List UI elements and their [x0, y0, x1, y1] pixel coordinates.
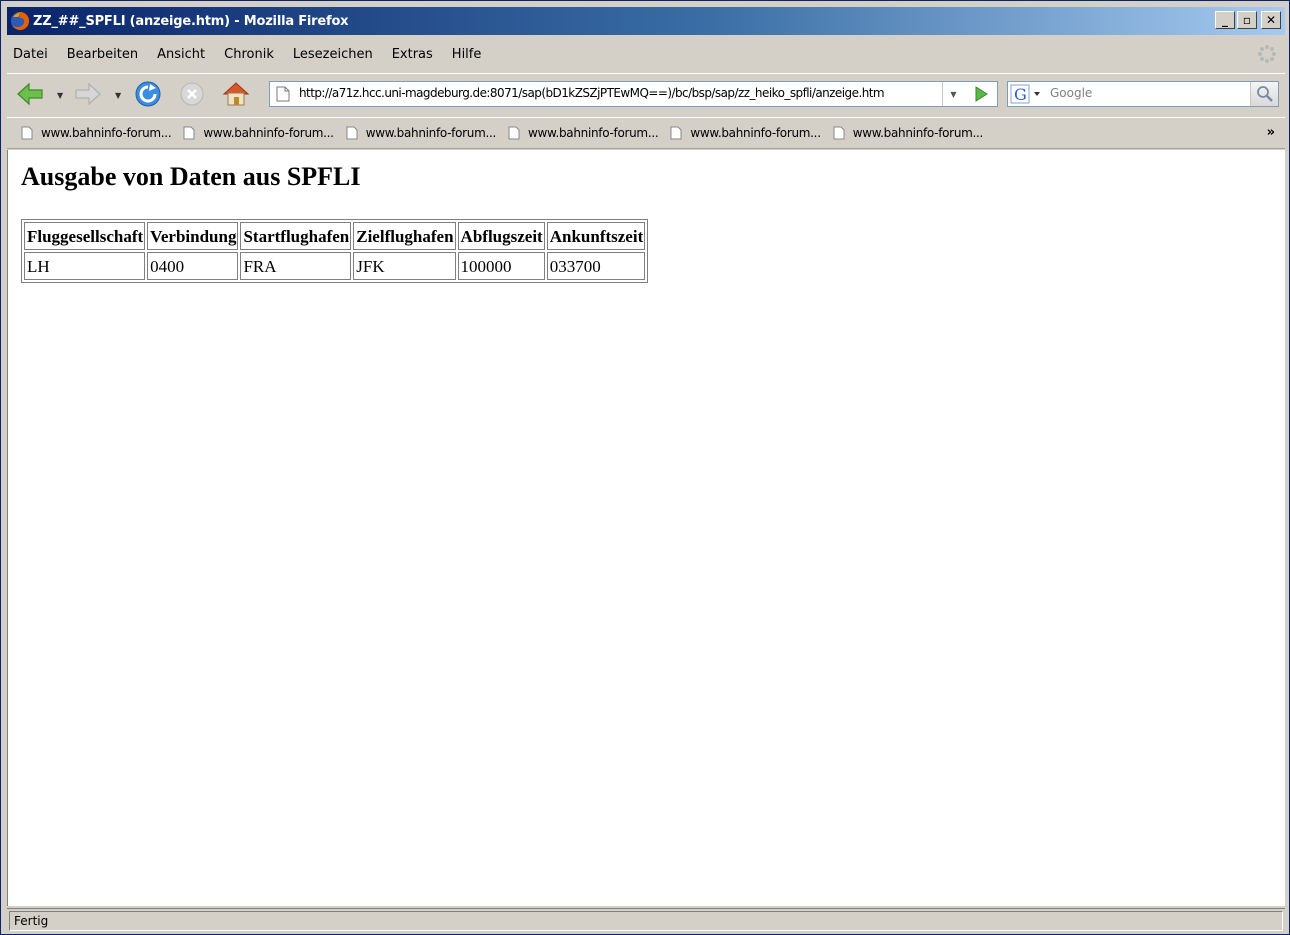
page-icon [183, 126, 195, 140]
bookmark-label: www.bahninfo-forum... [41, 126, 172, 140]
page-icon [346, 126, 358, 140]
close-icon: ✕ [1265, 13, 1277, 27]
menu-item-datei[interactable]: Datei [13, 47, 48, 62]
chevron-down-icon: ▼ [950, 89, 957, 99]
forward-dropdown-icon[interactable]: ▼ [115, 91, 121, 100]
table-cell: JFK [353, 252, 456, 280]
bookmark-label: www.bahninfo-forum... [203, 126, 334, 140]
throbber-icon [1258, 45, 1276, 63]
table-cell: LH [24, 252, 146, 280]
bookmarks-toolbar: www.bahninfo-forum... www.bahninfo-forum… [7, 117, 1285, 149]
bookmark-item[interactable]: www.bahninfo-forum... [183, 126, 334, 140]
table-cell: 033700 [546, 252, 646, 280]
bookmark-label: www.bahninfo-forum... [528, 126, 659, 140]
table-row: LH 0400 FRA JFK 100000 033700 [24, 252, 646, 280]
url-history-dropdown[interactable]: ▼ [942, 82, 964, 106]
menu-item-hilfe[interactable]: Hilfe [452, 47, 482, 62]
bookmark-item[interactable]: www.bahninfo-forum... [21, 126, 172, 140]
column-header: Fluggesellschaft [24, 222, 146, 250]
search-bar[interactable]: G Google [1007, 81, 1279, 107]
minimize-button[interactable]: _ [1215, 11, 1235, 29]
stop-icon[interactable] [177, 79, 207, 109]
window-title: ZZ_##_SPFLI (anzeige.htm) - Mozilla Fire… [33, 13, 349, 29]
bookmark-item[interactable]: www.bahninfo-forum... [670, 126, 821, 140]
menu-item-lesezeichen[interactable]: Lesezeichen [293, 47, 373, 62]
bookmarks-overflow-button[interactable]: » [1267, 125, 1275, 140]
menu-item-bearbeiten[interactable]: Bearbeiten [67, 47, 138, 62]
search-button[interactable] [1250, 82, 1278, 106]
table-cell: 0400 [147, 252, 239, 280]
column-header: Ankunftszeit [546, 222, 646, 250]
table-cell: FRA [240, 252, 352, 280]
menu-item-extras[interactable]: Extras [392, 47, 433, 62]
column-header: Zielflughafen [353, 222, 456, 250]
status-panel [9, 911, 1283, 931]
google-engine-icon[interactable]: G [1010, 83, 1046, 105]
page-icon [21, 126, 33, 140]
menu-item-chronik[interactable]: Chronik [224, 47, 274, 62]
page-content: Ausgabe von Daten aus SPFLI Fluggesellsc… [7, 150, 1285, 906]
browser-window: ZZ_##_SPFLI (anzeige.htm) - Mozilla Fire… [0, 0, 1290, 935]
status-text: Fertig [14, 914, 49, 928]
bookmark-label: www.bahninfo-forum... [852, 126, 984, 140]
back-dropdown-icon[interactable]: ▼ [57, 91, 63, 100]
minimize-icon: _ [1222, 13, 1228, 27]
maximize-icon: ▫ [1242, 13, 1252, 27]
bookmark-label: www.bahninfo-forum... [365, 126, 497, 140]
menu-bar: Datei Bearbeiten Ansicht Chronik Lesezei… [7, 39, 1285, 69]
navigation-toolbar: ▼ ▼ http://a71z.hcc.uni-magdeburg.de:807… [7, 73, 1285, 113]
page-icon [833, 126, 845, 140]
forward-arrow-icon[interactable] [73, 79, 103, 109]
bookmark-label: www.bahninfo-forum... [690, 126, 821, 140]
table-cell: 100000 [457, 252, 545, 280]
table-header-row: Fluggesellschaft Verbindung Startflughaf… [24, 222, 646, 250]
magnifier-icon [1257, 86, 1273, 102]
window-controls: _ ▫ ✕ [1215, 11, 1281, 29]
reload-icon[interactable] [133, 79, 163, 109]
page-icon [508, 126, 520, 140]
bookmark-item[interactable]: www.bahninfo-forum... [508, 126, 659, 140]
column-header: Abflugszeit [457, 222, 545, 250]
url-input[interactable]: http://a71z.hcc.uni-magdeburg.de:8071/sa… [299, 86, 939, 100]
svg-text:G: G [1014, 85, 1027, 104]
bookmark-item[interactable]: www.bahninfo-forum... [833, 126, 983, 140]
column-header: Verbindung [147, 222, 239, 250]
search-input[interactable]: Google [1050, 86, 1092, 100]
go-button-icon[interactable] [970, 84, 992, 104]
page-heading: Ausgabe von Daten aus SPFLI [21, 162, 361, 191]
maximize-button[interactable]: ▫ [1237, 11, 1257, 29]
home-icon[interactable] [221, 79, 251, 109]
column-header: Startflughafen [240, 222, 352, 250]
menu-item-ansicht[interactable]: Ansicht [157, 47, 205, 62]
firefox-logo-icon [11, 11, 30, 30]
spfli-table: Fluggesellschaft Verbindung Startflughaf… [21, 219, 649, 283]
page-icon [670, 126, 682, 140]
page-icon [276, 86, 290, 102]
close-button[interactable]: ✕ [1261, 11, 1281, 29]
back-arrow-icon[interactable] [15, 79, 45, 109]
url-bar[interactable]: http://a71z.hcc.uni-magdeburg.de:8071/sa… [269, 81, 998, 107]
title-bar[interactable]: ZZ_##_SPFLI (anzeige.htm) - Mozilla Fire… [7, 7, 1285, 35]
status-bar: Fertig [7, 908, 1285, 932]
bookmark-item[interactable]: www.bahninfo-forum... [346, 126, 496, 140]
